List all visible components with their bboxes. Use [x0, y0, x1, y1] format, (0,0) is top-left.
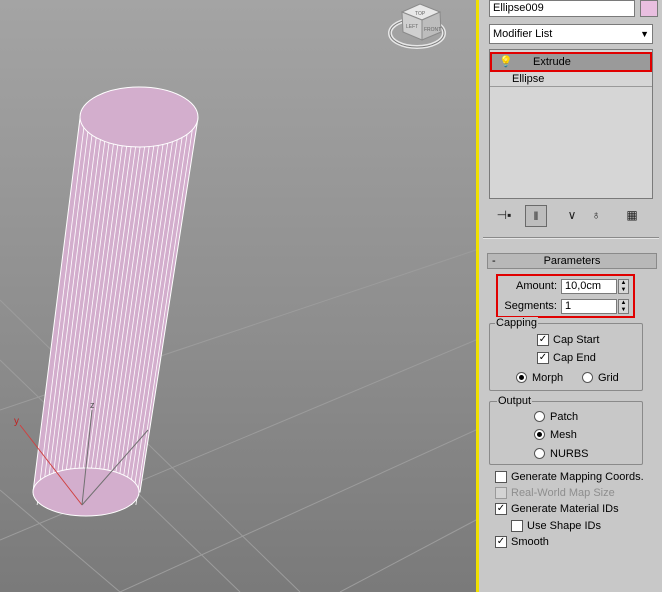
segments-input[interactable]: 1: [561, 299, 617, 314]
capping-title: Capping: [495, 317, 538, 329]
grid-label: Grid: [598, 372, 619, 384]
viewcube[interactable]: TOP FRONT LEFT: [388, 3, 446, 49]
viewcube-left-label: LEFT: [406, 24, 418, 30]
real-world-checkbox: [495, 487, 507, 499]
cap-end-label: Cap End: [553, 352, 596, 364]
parameters-rollout-header[interactable]: - Parameters: [487, 253, 657, 269]
scene-canvas[interactable]: y z TOP FRONT LEFT: [0, 0, 476, 592]
morph-radio[interactable]: [516, 372, 527, 383]
modifier-stack: 💡 Extrude Ellipse: [489, 49, 653, 199]
object-color-swatch[interactable]: [640, 0, 658, 17]
viewcube-front-label: FRONT: [424, 27, 441, 33]
smooth-label: Smooth: [511, 536, 549, 548]
nurbs-label: NURBS: [550, 448, 589, 460]
remove-modifier-icon[interactable]: ♁: [585, 205, 607, 227]
cap-end-checkbox[interactable]: ✓: [537, 352, 549, 364]
segments-label: Segments:: [504, 300, 557, 312]
mesh-radio[interactable]: [534, 429, 545, 440]
modifier-list-label: Modifier List: [493, 28, 553, 40]
rollout-title: Parameters: [543, 255, 601, 267]
chevron-down-icon: ▼: [640, 29, 649, 39]
configure-sets-icon[interactable]: ▦: [621, 205, 643, 227]
output-title: Output: [497, 395, 533, 407]
mesh-label: Mesh: [550, 429, 577, 441]
nurbs-radio[interactable]: [534, 448, 545, 459]
amount-spinner-icon[interactable]: ▲ ▼: [618, 279, 629, 294]
grid-radio[interactable]: [582, 372, 593, 383]
patch-radio[interactable]: [534, 411, 545, 422]
make-unique-icon[interactable]: ∨: [561, 205, 583, 227]
amount-input[interactable]: 10,0cm: [561, 279, 617, 294]
object-name-field[interactable]: Ellipse009: [489, 0, 635, 17]
patch-label: Patch: [550, 411, 579, 423]
real-world-label: Real-World Map Size: [511, 487, 615, 499]
pin-stack-icon[interactable]: ⊣▪: [493, 205, 515, 227]
cap-start-checkbox[interactable]: ✓: [537, 334, 549, 346]
stack-item-ellipse[interactable]: Ellipse: [512, 73, 544, 85]
modify-panel: Ellipse009 Modifier List ▼ 💡 Extrude Ell…: [479, 0, 662, 592]
morph-label: Morph: [532, 372, 564, 384]
stack-item-label: Extrude: [533, 56, 571, 68]
segments-spinner-icon[interactable]: ▲ ▼: [618, 299, 629, 314]
stack-item-extrude[interactable]: 💡 Extrude: [490, 52, 652, 72]
viewcube-top-label: TOP: [415, 11, 426, 17]
panel-divider: [483, 237, 659, 239]
gen-mapping-label: Generate Mapping Coords.: [511, 471, 644, 483]
stack-divider: [490, 86, 652, 87]
cap-start-label: Cap Start: [553, 334, 600, 346]
stack-toolbar: ⊣▪ ‖ ∨ ♁ ▦: [489, 205, 659, 227]
use-shape-label: Use Shape IDs: [527, 520, 601, 532]
smooth-checkbox[interactable]: ✓: [495, 536, 507, 548]
collapse-icon: -: [492, 255, 496, 267]
lightbulb-icon[interactable]: 💡: [499, 55, 513, 68]
modifier-list-dropdown[interactable]: Modifier List ▼: [489, 24, 653, 44]
gen-material-label: Generate Material IDs: [511, 503, 619, 515]
extruded-ellipse-object[interactable]: [32, 86, 199, 517]
use-shape-checkbox[interactable]: [511, 520, 523, 532]
gen-material-checkbox[interactable]: ✓: [495, 503, 507, 515]
show-end-result-icon[interactable]: ‖: [525, 205, 547, 227]
axis-z-label: z: [90, 400, 95, 410]
perspective-viewport[interactable]: y z TOP FRONT LEFT: [0, 0, 476, 592]
axis-y-label: y: [14, 416, 19, 427]
gen-mapping-checkbox[interactable]: [495, 471, 507, 483]
amount-label: Amount:: [516, 280, 557, 292]
